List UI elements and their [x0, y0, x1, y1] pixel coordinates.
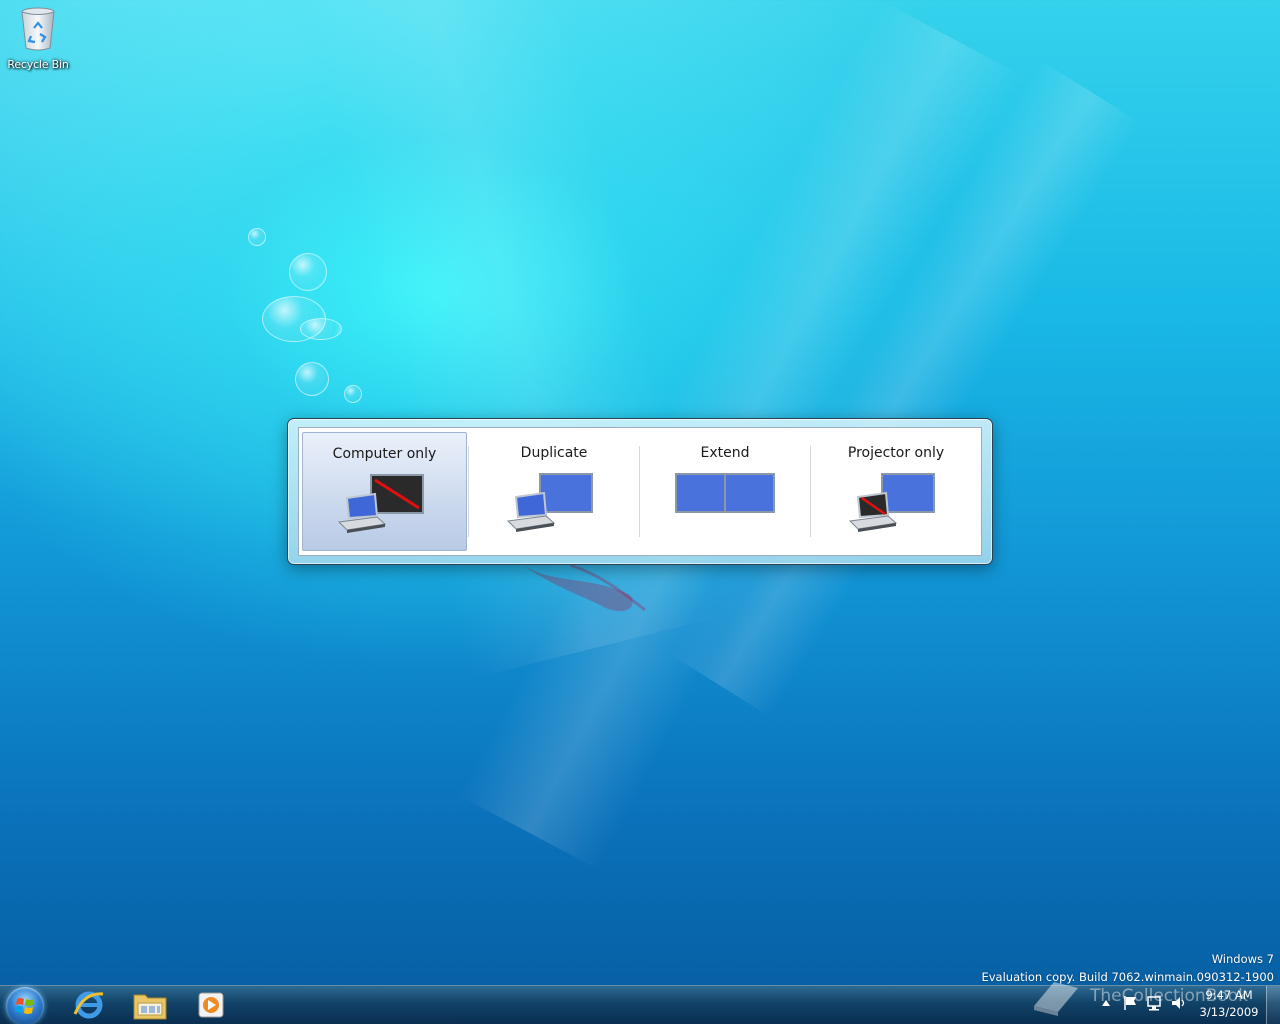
- option-duplicate[interactable]: Duplicate: [469, 428, 639, 555]
- computer-only-icon: [337, 474, 424, 533]
- option-label: Duplicate: [520, 445, 588, 461]
- book-icon: [1034, 982, 1078, 1016]
- bubble: [344, 385, 362, 403]
- media-player-icon: [198, 992, 224, 1018]
- show-desktop-button[interactable]: [1266, 986, 1280, 1024]
- betta-fish-fin: [520, 563, 646, 612]
- projector-switcher: Computer only Duplicate Extend Projector…: [287, 418, 993, 565]
- taskbar-windows-explorer[interactable]: [122, 987, 178, 1023]
- action-center-flag-icon[interactable]: [1122, 994, 1138, 1012]
- option-projector-only[interactable]: Projector only: [811, 428, 981, 555]
- option-label: Projector only: [847, 445, 945, 461]
- network-icon[interactable]: [1146, 994, 1164, 1012]
- extend-icon: [675, 473, 776, 513]
- option-computer-only[interactable]: Computer only: [302, 432, 468, 551]
- windows-explorer-icon: [133, 994, 167, 1020]
- clock-time: 9:47 AM: [1205, 988, 1253, 1002]
- recycle-bin-icon: [21, 7, 55, 51]
- bubble: [300, 318, 342, 340]
- start-button[interactable]: [6, 987, 44, 1024]
- internet-explorer-icon: [73, 991, 104, 1019]
- bubble: [289, 253, 327, 291]
- bubble: [295, 362, 329, 396]
- watermark-os: Windows 7: [1211, 952, 1274, 966]
- switcher-options: Computer only Duplicate Extend Projector…: [298, 427, 982, 556]
- projector-only-icon: [848, 473, 936, 532]
- recycle-bin-label: Recycle Bin: [7, 58, 69, 71]
- taskbar-media-player[interactable]: [183, 987, 239, 1023]
- duplicate-icon: [506, 473, 594, 532]
- option-label: Extend: [700, 445, 750, 461]
- show-hidden-icons-icon[interactable]: [1100, 996, 1112, 1010]
- taskbar-clock[interactable]: 9:47 AM 3/13/2009: [1196, 987, 1262, 1021]
- bubble: [248, 228, 266, 246]
- option-label: Computer only: [332, 446, 437, 462]
- volume-icon[interactable]: [1170, 994, 1188, 1012]
- taskbar-internet-explorer[interactable]: [61, 987, 117, 1023]
- option-extend[interactable]: Extend: [640, 428, 810, 555]
- recycle-bin[interactable]: Recycle Bin: [4, 6, 72, 71]
- clock-date: 3/13/2009: [1199, 1005, 1259, 1019]
- windows-logo-icon: [15, 998, 34, 1014]
